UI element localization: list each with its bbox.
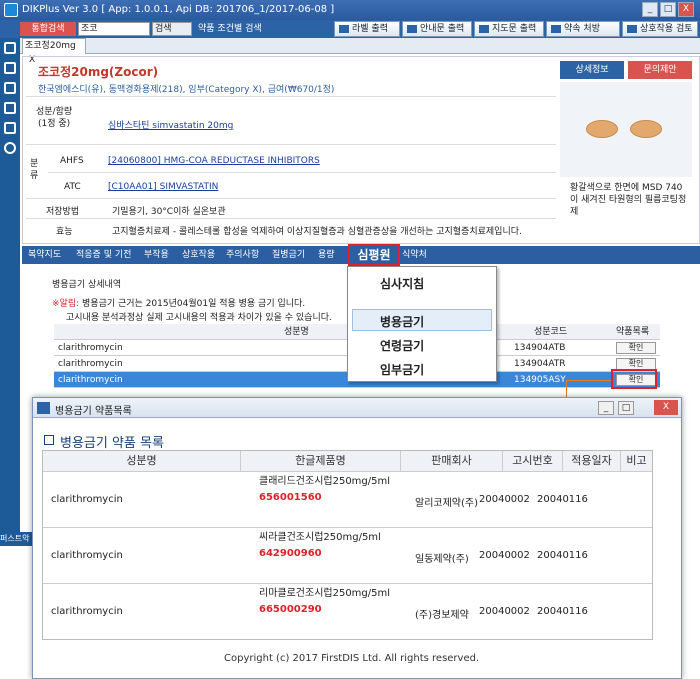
guide-print-button[interactable]: 안내문 출력: [402, 21, 472, 37]
col-header: 고시번호: [503, 451, 563, 471]
menu-item-coadmin[interactable]: 병용금기: [380, 313, 424, 330]
ingredient-sublabel: (1정 중): [38, 119, 71, 129]
effect-value: 고지혈증치료제 - 콜레스테롤 합성을 억제하여 이상지질혈증과 심혈관증상을 …: [112, 227, 522, 237]
nav-dosage[interactable]: 용량: [318, 246, 335, 264]
ahfs-link[interactable]: [24060800] HMG-COA REDUCTASE INHIBITORS: [108, 156, 320, 166]
col-header: 한글제품명: [241, 451, 401, 471]
atc-label: ATC: [64, 182, 81, 192]
table-row[interactable]: clarithromycin 클래리드건조시럽250mg/5ml 65600156…: [43, 471, 652, 527]
col-header: 성분명: [43, 451, 241, 471]
panel-title: 병용금기 상세내역: [52, 280, 122, 290]
home-icon[interactable]: [4, 62, 16, 74]
nav-mfds[interactable]: 식약처: [402, 246, 427, 264]
nav-disease-contraindication[interactable]: 질병금기: [272, 246, 305, 264]
popup-minimize-button[interactable]: _: [598, 401, 614, 415]
nav-hira[interactable]: 심평원: [348, 244, 400, 266]
qr-icon[interactable]: [4, 122, 16, 134]
detail-info-button[interactable]: 상세정보: [560, 61, 624, 79]
condition-search-button[interactable]: 약품 조건별 검색: [198, 21, 282, 37]
pill-description: 황갈색으로 한면에 MSD 740 이 새겨진 타원형의 필름코팅정제: [570, 183, 687, 217]
alert-text: ※알림: 병용금기 근거는 2015년04월01일 적용 병용 금기 입니다.: [52, 299, 306, 309]
popup-title: 병용금기 약품목록: [55, 406, 132, 417]
pill-image: [560, 82, 692, 177]
col-header: 비고: [621, 451, 652, 471]
storage-label: 저장방법: [46, 207, 80, 217]
maximize-button[interactable]: □: [660, 2, 676, 17]
integrated-search-button[interactable]: 통합검색: [20, 22, 76, 36]
atc-link[interactable]: [C10AA01] SIMVASTATIN: [108, 182, 218, 192]
nav-indication[interactable]: 적응증 및 기전: [76, 246, 131, 264]
effect-label: 효능: [56, 227, 73, 237]
drug-summary: 한국엠에스디(유), 동맥경화용제(218), 임부(Category X), …: [38, 85, 335, 95]
drug-name: 조코정20mg(Zocor): [38, 65, 159, 79]
interaction-check-button[interactable]: 상호작용 검토: [622, 21, 698, 37]
popup-maximize-button[interactable]: □: [618, 401, 634, 415]
window-icon: [37, 402, 50, 414]
confirm-button[interactable]: 확인: [616, 342, 656, 354]
nav-side-effect[interactable]: 부작용: [144, 246, 169, 264]
ahfs-label: AHFS: [60, 156, 84, 166]
col-header: 적용일자: [563, 451, 621, 471]
popup-close-button[interactable]: X: [654, 400, 678, 415]
prescription-icon: [551, 24, 561, 33]
nav-interaction[interactable]: 상호작용: [182, 246, 215, 264]
sidebar: [0, 38, 20, 532]
class-label: 분류: [30, 159, 39, 181]
document-icon[interactable]: [4, 82, 16, 94]
inquiry-button[interactable]: 문의제안: [628, 61, 692, 79]
close-button[interactable]: X: [678, 2, 694, 17]
print-icon: [407, 24, 417, 33]
window-title: DIKPlus Ver 3.0 [ App: 1.0.0.1, Api DB: …: [22, 4, 335, 15]
menu-item-review-guide[interactable]: 심사지침: [380, 275, 424, 292]
instruction-print-button[interactable]: 지도문 출력: [474, 21, 544, 37]
print-icon: [479, 24, 489, 33]
title-bar: DIKPlus Ver 3.0 [ App: 1.0.0.1, Api DB: …: [0, 0, 700, 20]
app-logo-icon: [4, 3, 18, 17]
tab-drug[interactable]: 조코정20mg X: [22, 38, 86, 65]
storage-value: 기밀용기, 30°C이하 실온보관: [112, 207, 226, 217]
list-icon: [44, 435, 54, 445]
hira-dropdown: 심사지침 병용금기 연령금기 임부금기: [347, 266, 497, 382]
popup-title-bar: 병용금기 약품목록: [33, 398, 681, 418]
promise-prescription-button[interactable]: 약속 처방: [546, 21, 620, 37]
refresh-icon: [627, 24, 637, 33]
minimize-button[interactable]: _: [642, 2, 658, 17]
alert-text-2: 고시내용 분석과정상 실제 고시내용의 적용과 차이가 있을 수 있습니다.: [66, 313, 332, 323]
table-row[interactable]: clarithromycin 리마클로건조시럽250mg/5ml 66500029…: [43, 583, 652, 639]
arrow: [566, 380, 611, 381]
popup-heading: 병용금기 약품 목록: [60, 436, 164, 451]
product-table: 성분명 한글제품명 판매회사 고시번호 적용일자 비고 clarithromyc…: [42, 450, 653, 640]
pill-front-icon: [586, 120, 618, 138]
menu-item-age[interactable]: 연령금기: [380, 337, 424, 354]
copyright: Copyright (c) 2017 FirstDIS Ltd. All rig…: [224, 653, 480, 664]
label-print-button[interactable]: 라벨 출력: [334, 21, 400, 37]
search-input[interactable]: 조코: [78, 22, 150, 36]
ingredient-link[interactable]: 심바스타틴 simvastatin 20mg: [108, 118, 233, 131]
tab-bar: [20, 38, 700, 54]
nav-medication-guide[interactable]: 복약지도: [28, 246, 61, 264]
nav-precaution[interactable]: 주의사항: [226, 246, 259, 264]
table-row[interactable]: clarithromycin 씨라클건조시럽250mg/5ml 642900960…: [43, 527, 652, 583]
confirm-highlight: [611, 369, 657, 389]
gear-icon[interactable]: [4, 142, 16, 154]
search-button[interactable]: 검색: [152, 22, 192, 36]
col-header: 판매회사: [401, 451, 503, 471]
pill-back-icon: [630, 120, 662, 138]
menu-item-pregnancy[interactable]: 임부금기: [380, 361, 424, 378]
print-icon: [339, 24, 349, 33]
monitor-icon[interactable]: [4, 102, 16, 114]
menu-icon[interactable]: [4, 42, 16, 54]
bottom-label: 퍼스트악: [0, 532, 32, 546]
